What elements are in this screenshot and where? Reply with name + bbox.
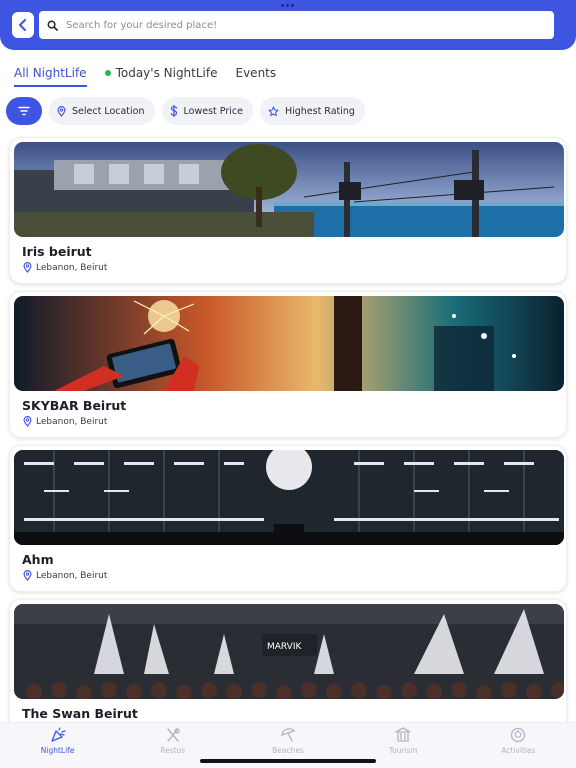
filter-bar: Select Location Lowest Price Highest Rat… bbox=[6, 97, 365, 125]
category-tabs: All NightLife Today's NightLife Events bbox=[14, 64, 277, 87]
select-location-chip[interactable]: Select Location bbox=[49, 97, 155, 125]
multitask-handle[interactable] bbox=[281, 4, 295, 7]
nav-label: Restos bbox=[160, 746, 186, 755]
search-icon bbox=[47, 20, 58, 31]
venue-location-text: Lebanon, Beirut bbox=[36, 262, 108, 273]
venue-card[interactable]: Iris beirut Lebanon, Beirut bbox=[9, 137, 567, 284]
tab-label: All NightLife bbox=[14, 66, 87, 80]
search-input[interactable]: Search for your desired place! bbox=[39, 11, 554, 39]
highest-rating-chip[interactable]: Highest Rating bbox=[259, 97, 365, 125]
home-indicator[interactable] bbox=[200, 759, 376, 763]
tab-events[interactable]: Events bbox=[236, 64, 277, 82]
chip-label: Select Location bbox=[72, 105, 145, 117]
venue-card[interactable]: SKYBAR Beirut Lebanon, Beirut bbox=[9, 291, 567, 438]
sparklers-party-photo bbox=[14, 296, 564, 391]
location-pin-icon bbox=[23, 416, 32, 427]
nav-activities[interactable]: Activities bbox=[461, 723, 576, 768]
tab-label: Events bbox=[235, 66, 277, 80]
filter-button[interactable] bbox=[6, 97, 42, 125]
chip-label: Highest Rating bbox=[284, 105, 355, 117]
back-button[interactable] bbox=[12, 12, 34, 38]
star-icon bbox=[268, 105, 279, 116]
tab-label: Today's NightLife bbox=[115, 66, 218, 80]
ball-icon bbox=[511, 727, 526, 743]
nav-label: Tourism bbox=[388, 746, 418, 755]
chip-label: Lowest Price bbox=[183, 105, 243, 117]
lowest-price-chip[interactable]: Lowest Price bbox=[161, 97, 253, 125]
venue-name: SKYBAR Beirut bbox=[22, 398, 127, 413]
nav-nightlife[interactable]: NightLife bbox=[0, 723, 115, 768]
dollar-icon bbox=[170, 105, 177, 117]
tab-all-nightlife[interactable]: All NightLife bbox=[14, 64, 87, 87]
chevron-left-icon bbox=[19, 19, 26, 31]
venue-name: Ahm bbox=[22, 552, 54, 567]
location-pin-icon bbox=[23, 570, 32, 581]
dj-stage-photo bbox=[14, 450, 564, 545]
venue-location-text: Lebanon, Beirut bbox=[36, 570, 108, 581]
location-pin-icon bbox=[23, 262, 32, 273]
party-popper-icon bbox=[50, 727, 66, 742]
crowd-fireworks-photo: MARVIK bbox=[14, 604, 564, 699]
fork-knife-icon bbox=[167, 728, 180, 742]
search-placeholder: Search for your desired place! bbox=[66, 19, 218, 31]
venue-location: Lebanon, Beirut bbox=[23, 570, 107, 581]
umbrella-icon bbox=[281, 728, 296, 742]
tab-todays-nightlife[interactable]: Today's NightLife bbox=[104, 64, 218, 82]
top-header: Search for your desired place! bbox=[0, 0, 576, 50]
nav-label: Beaches bbox=[272, 746, 304, 755]
live-dot bbox=[104, 70, 111, 76]
venue-name: The Swan Beirut bbox=[22, 706, 138, 721]
venue-location: Lebanon, Beirut bbox=[23, 262, 107, 273]
seaside-terrace-photo bbox=[14, 142, 564, 237]
location-pin-icon bbox=[57, 105, 66, 117]
venue-card[interactable]: Ahm Lebanon, Beirut bbox=[9, 445, 567, 592]
nav-label: NightLife bbox=[40, 746, 75, 755]
venue-location: Lebanon, Beirut bbox=[23, 416, 107, 427]
filter-lines-icon bbox=[18, 106, 30, 116]
nav-label: Activities bbox=[501, 746, 536, 755]
svg-text:MARVIK: MARVIK bbox=[267, 642, 302, 652]
venue-location-text: Lebanon, Beirut bbox=[36, 416, 108, 427]
venue-name: Iris beirut bbox=[22, 244, 92, 259]
museum-icon bbox=[395, 727, 411, 742]
